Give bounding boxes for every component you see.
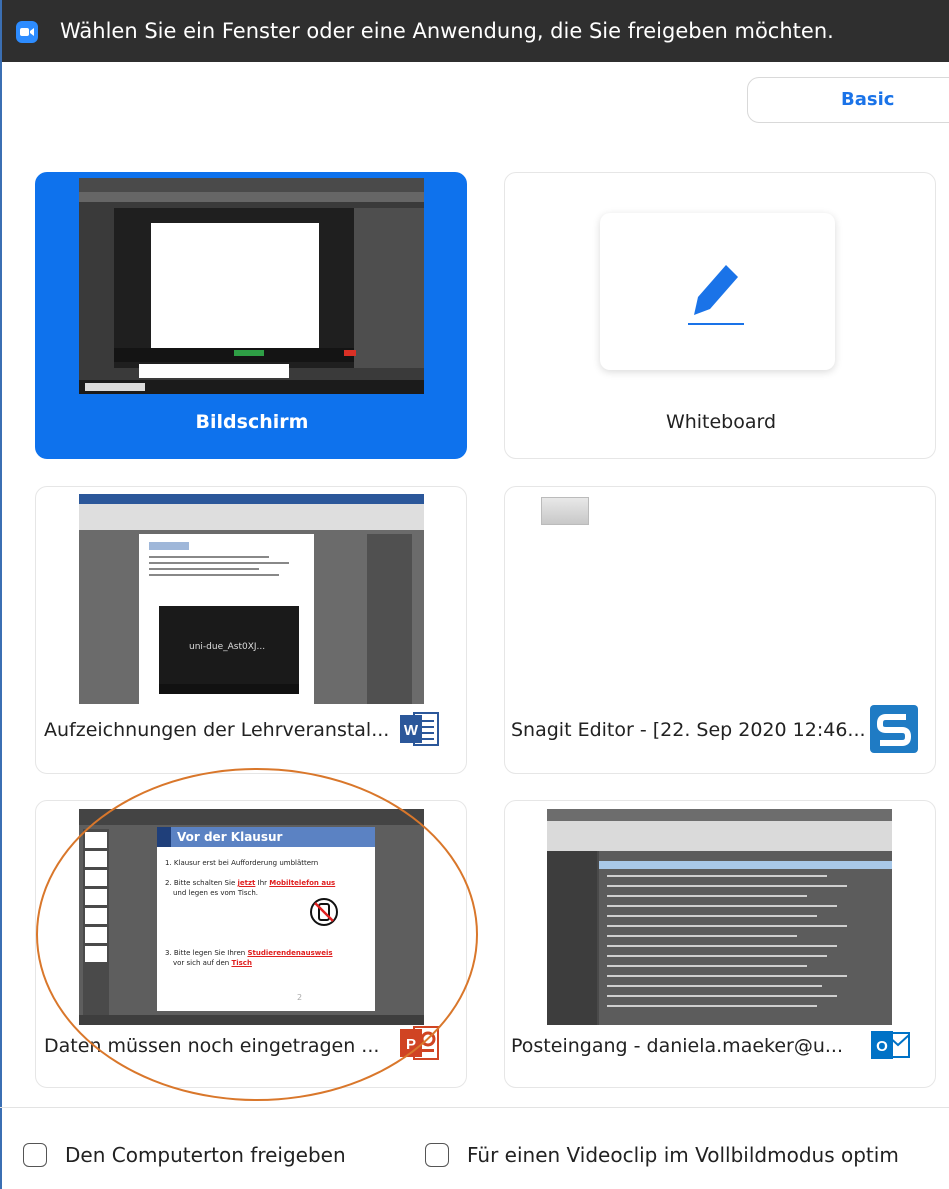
pen-icon	[688, 265, 744, 325]
share-option-screen[interactable]: Bildschirm	[35, 172, 467, 459]
optimize-video-clip-label: Für einen Videoclip im Vollbildmodus opt…	[467, 1143, 899, 1167]
slide-item-2: 2. Bitte schalten Sie jetzt Ihr Mobiltel…	[165, 879, 336, 887]
share-option-outlook-window[interactable]: Posteingang - daniela.maeker@u... O	[504, 800, 936, 1088]
share-option-label: Aufzeichnungen der Lehrveranstal...	[44, 719, 390, 741]
whiteboard-preview	[600, 213, 835, 370]
snagit-window-thumbnail	[541, 497, 589, 525]
screen-thumbnail	[79, 178, 424, 394]
no-phone-icon	[310, 898, 338, 926]
slide-page-number: 2	[297, 993, 303, 1002]
share-computer-audio-option[interactable]: Den Computerton freigeben	[23, 1143, 346, 1167]
slide-item-2-line2: und legen es vom Tisch.	[173, 889, 259, 897]
slide-preview: Vor der Klausur 1. Klausur erst bei Auff…	[157, 827, 375, 1011]
share-option-powerpoint-window[interactable]: Vor der Klausur 1. Klausur erst bei Auff…	[35, 800, 467, 1088]
share-option-snagit-window[interactable]: Snagit Editor - [22. Sep 2020 12:46...	[504, 486, 936, 774]
slide-item-1: 1. Klausur erst bei Aufforderung umblätt…	[165, 859, 319, 867]
svg-text:W: W	[404, 722, 419, 739]
svg-text:O: O	[876, 1038, 888, 1055]
slide-item-3: 3. Bitte legen Sie Ihren Studierendenaus…	[165, 949, 333, 957]
word-icon: W	[400, 709, 440, 749]
share-computer-audio-checkbox[interactable]	[23, 1143, 47, 1167]
slide-item-3-line2: vor sich auf den Tisch	[173, 959, 252, 967]
tab-basic-label: Basic	[841, 89, 895, 110]
slide-title: Vor der Klausur	[177, 830, 283, 844]
share-option-label: Snagit Editor - [22. Sep 2020 12:46...	[511, 719, 866, 741]
share-computer-audio-label: Den Computerton freigeben	[65, 1143, 346, 1167]
optimize-video-clip-checkbox[interactable]	[425, 1143, 449, 1167]
outlook-window-thumbnail	[547, 809, 892, 1025]
zoom-camera-icon	[16, 21, 38, 43]
word-thumb-meeting-text: uni-due_Ast0XJ...	[189, 642, 266, 652]
snagit-icon	[870, 705, 918, 753]
svg-text:P: P	[406, 1036, 416, 1053]
powerpoint-window-thumbnail: Vor der Klausur 1. Klausur erst bei Auff…	[79, 809, 424, 1025]
share-option-whiteboard[interactable]: Whiteboard	[504, 172, 936, 459]
word-window-thumbnail: uni-due_Ast0XJ...	[79, 494, 424, 704]
powerpoint-icon: P	[400, 1023, 440, 1063]
tab-basic[interactable]: Basic	[747, 77, 949, 123]
share-option-word-window[interactable]: uni-due_Ast0XJ... Aufzeichnungen der Leh…	[35, 486, 467, 774]
divider	[0, 1107, 949, 1108]
share-option-label: Bildschirm	[195, 411, 309, 433]
share-option-label: Posteingang - daniela.maeker@u...	[511, 1035, 844, 1057]
outlook-icon: O	[871, 1025, 911, 1065]
share-option-label: Daten müssen noch eingetragen ...	[44, 1035, 380, 1057]
share-option-label: Whiteboard	[665, 411, 777, 433]
dialog-title: Wählen Sie ein Fenster oder eine Anwendu…	[60, 19, 834, 43]
optimize-video-clip-option[interactable]: Für einen Videoclip im Vollbildmodus opt…	[425, 1143, 899, 1167]
title-bar: Wählen Sie ein Fenster oder eine Anwendu…	[0, 0, 949, 62]
